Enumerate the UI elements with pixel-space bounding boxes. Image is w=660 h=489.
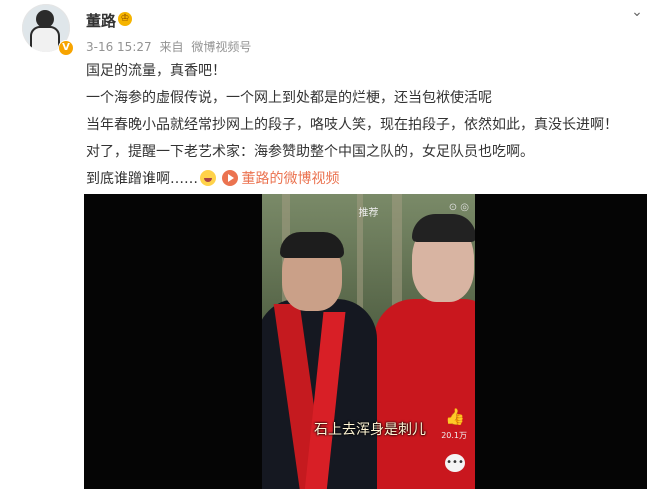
play-icon	[222, 170, 239, 186]
verified-badge-icon: V	[58, 40, 74, 56]
post-line-5: 到底谁蹭谁啊…… 董路的微博视频	[86, 166, 646, 193]
avatar-body-shape	[30, 26, 60, 52]
post-text: 国足的流量，真香吧！ 一个海参的虚假传说，一个网上到处都是的烂梗，还当包袱使活呢…	[86, 58, 646, 193]
video-link-label: 董路的微博视频	[241, 171, 340, 187]
post-line-4: 对了，提醒一下老艺术家：海参赞助整个中国之队的，女足队员也吃啊。	[86, 144, 534, 160]
video-tab-label[interactable]: 推荐	[262, 204, 475, 219]
post-source-prefix: 来自	[159, 40, 184, 54]
person-left-hair-shape	[280, 232, 344, 258]
post-timestamp[interactable]: 3-16 15:27	[86, 40, 152, 54]
post-meta: 3-16 15:27 来自 微博视频号	[86, 38, 255, 55]
post-last-line-text: 到底谁蹭谁啊……	[86, 171, 198, 187]
video-subtitle: 石上去浑身是刺儿	[314, 422, 426, 438]
post-source[interactable]: 微博视频号	[191, 40, 251, 54]
video-link[interactable]: 董路的微博视频	[222, 170, 340, 187]
share-icon[interactable]: ⊙ ◎	[449, 202, 469, 213]
post-line-2: 一个海参的虚假传说，一个网上到处都是的烂梗，还当包袱使活呢	[86, 90, 492, 106]
comment-icon[interactable]: •••	[445, 454, 465, 472]
thumbs-up-icon[interactable]: 👍	[445, 407, 465, 427]
like-count: 20.1万	[441, 431, 467, 440]
post-username[interactable]: 董路	[86, 10, 116, 31]
user-level-icon: ♔	[118, 12, 132, 26]
chevron-down-icon[interactable]: ⌄	[628, 4, 646, 20]
post-line-1: 国足的流量，真香吧！	[86, 63, 226, 79]
video-player[interactable]: 推荐 ⊙ ◎ 石上去浑身是刺儿 👍 20.1万 •••	[84, 194, 647, 489]
video-frame[interactable]: 推荐 ⊙ ◎ 石上去浑身是刺儿 👍 20.1万 •••	[262, 194, 475, 489]
post-line-3: 当年春晚小品就经常抄网上的段子，咯吱人笑，现在拍段子，依然如此，真没长进啊！	[86, 117, 618, 133]
laugh-emoji-icon	[200, 170, 216, 186]
